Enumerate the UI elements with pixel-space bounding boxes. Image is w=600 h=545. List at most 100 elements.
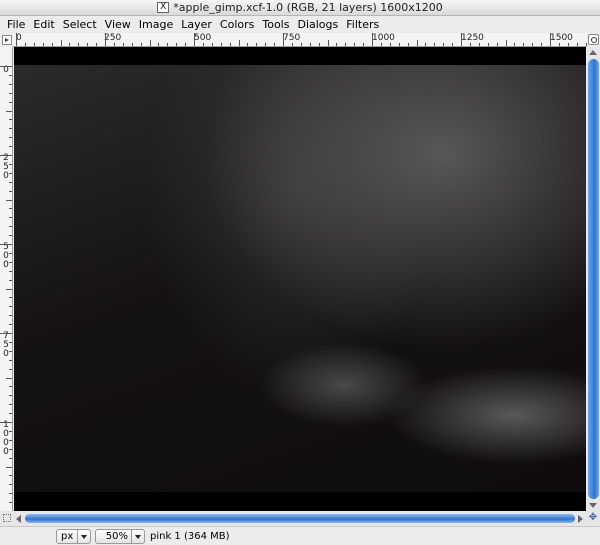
ruler-tick xyxy=(96,43,98,46)
ruler-tick xyxy=(105,33,106,46)
vertical-ruler[interactable]: 0 250 500 750 1000 xyxy=(0,47,13,511)
menu-layer[interactable]: Layer xyxy=(177,18,216,31)
menu-file[interactable]: File xyxy=(3,18,29,31)
hruler-label: 1000 xyxy=(372,33,395,43)
ruler-tick xyxy=(220,43,222,46)
ruler-tick xyxy=(9,395,12,397)
menu-image[interactable]: Image xyxy=(135,18,177,31)
unit-select[interactable]: px xyxy=(56,529,91,544)
vertical-scrollbar[interactable] xyxy=(587,47,600,511)
ruler-tick xyxy=(469,43,471,46)
ruler-tick xyxy=(6,110,12,112)
ruler-tick xyxy=(345,43,347,46)
ruler-tick xyxy=(416,40,418,46)
ruler-tick xyxy=(149,40,151,46)
ruler-tick xyxy=(9,181,12,183)
menu-tools[interactable]: Tools xyxy=(258,18,293,31)
horizontal-scroll-thumb[interactable] xyxy=(25,514,575,523)
ruler-tick xyxy=(9,350,12,352)
ruler-tick xyxy=(6,377,12,379)
hruler-label: 1500 xyxy=(550,33,573,43)
ruler-tick xyxy=(9,315,12,317)
chevron-down-icon[interactable] xyxy=(131,530,144,543)
ruler-tick xyxy=(256,43,258,46)
ruler-tick xyxy=(9,146,12,148)
ruler-tick xyxy=(9,217,12,219)
menu-select[interactable]: Select xyxy=(59,18,101,31)
scroll-left-icon[interactable] xyxy=(16,515,21,523)
vertical-scroll-thumb[interactable] xyxy=(588,59,599,499)
menu-colors[interactable]: Colors xyxy=(216,18,258,31)
ruler-tick xyxy=(380,43,382,46)
ruler-tick xyxy=(167,43,169,46)
menu-dialogs[interactable]: Dialogs xyxy=(293,18,342,31)
ruler-tick xyxy=(9,368,12,370)
ruler-tick xyxy=(9,430,12,432)
image-content[interactable] xyxy=(14,65,586,492)
ruler-tick xyxy=(9,92,12,94)
scroll-up-icon[interactable] xyxy=(589,50,597,55)
menu-edit[interactable]: Edit xyxy=(29,18,58,31)
scroll-down-icon[interactable] xyxy=(589,503,597,508)
ruler-tick xyxy=(541,43,543,46)
ruler-tick xyxy=(51,43,53,46)
horizontal-scrollbar[interactable]: ✥ xyxy=(0,511,600,526)
ruler-tick xyxy=(247,43,249,46)
ruler-tick xyxy=(9,137,12,139)
ruler-tick xyxy=(9,386,12,388)
ruler-tick xyxy=(9,208,12,210)
ruler-tick xyxy=(523,43,525,46)
ruler-tick xyxy=(60,40,62,46)
ruler-tick xyxy=(496,43,498,46)
ruler-tick xyxy=(532,43,534,46)
zoom-value[interactable]: 50% xyxy=(96,531,131,542)
image-menu-button[interactable] xyxy=(2,35,12,45)
ruler-tick xyxy=(0,155,12,156)
ruler-tick xyxy=(16,33,17,46)
ruler-tick xyxy=(336,43,338,46)
ruler-tick xyxy=(9,341,12,343)
ruler-tick xyxy=(211,43,213,46)
ruler-tick xyxy=(9,404,12,406)
zoom-icon[interactable] xyxy=(588,34,599,45)
ruler-tick xyxy=(0,422,12,423)
menu-view[interactable]: View xyxy=(101,18,135,31)
chevron-down-icon[interactable] xyxy=(77,530,90,543)
ruler-tick xyxy=(9,324,12,326)
ruler-tick xyxy=(9,502,12,504)
ruler-tick xyxy=(461,33,462,46)
ruler-tick xyxy=(514,43,516,46)
image-canvas[interactable] xyxy=(14,47,586,511)
hruler-label: 750 xyxy=(283,33,301,43)
ruler-tick xyxy=(9,484,12,486)
unit-value: px xyxy=(61,531,74,542)
menubar: File Edit Select View Image Layer Colors… xyxy=(0,16,600,33)
navigate-icon[interactable]: ✥ xyxy=(588,513,598,523)
ruler-tick xyxy=(9,270,12,272)
ruler-tick xyxy=(372,33,373,46)
zoom-select[interactable]: 50% xyxy=(95,529,145,544)
horizontal-ruler[interactable]: 0 250 500 750 1000 1250 1500 xyxy=(13,33,587,47)
ruler-tick xyxy=(33,43,35,46)
ruler-tick xyxy=(478,43,480,46)
vruler-label: 0 xyxy=(3,65,9,75)
ruler-tick xyxy=(407,43,409,46)
menu-filters[interactable]: Filters xyxy=(342,18,383,31)
ruler-tick xyxy=(585,43,587,46)
ruler-tick xyxy=(558,43,560,46)
ruler-tick xyxy=(354,43,356,46)
ruler-tick xyxy=(158,43,160,46)
ruler-tick xyxy=(87,43,89,46)
ruler-tick xyxy=(0,244,12,245)
ruler-tick xyxy=(274,43,276,46)
ruler-tick xyxy=(9,279,12,281)
ruler-tick xyxy=(9,128,12,130)
vruler-label: 250 xyxy=(3,153,9,181)
ruler-tick xyxy=(9,190,12,192)
status-bar: px 50% pink 1 (364 MB) xyxy=(0,526,600,545)
ruler-tick xyxy=(9,252,12,254)
quick-mask-toggle[interactable] xyxy=(3,514,11,522)
scroll-right-icon[interactable] xyxy=(578,515,583,523)
ruler-tick xyxy=(452,43,454,46)
title-bar: X *apple_gimp.xcf-1.0 (RGB, 21 layers) 1… xyxy=(0,0,600,16)
